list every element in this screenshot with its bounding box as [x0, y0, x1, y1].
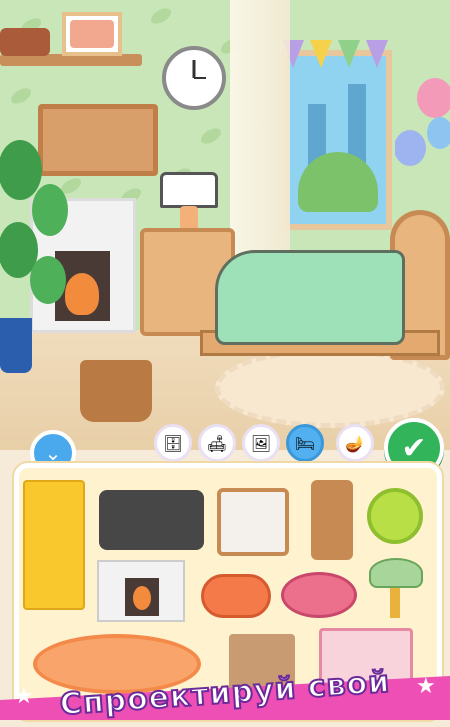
desk-icon: 🗄	[162, 433, 184, 453]
dark-sofa-item[interactable]	[99, 490, 204, 550]
bunting-decoration[interactable]	[282, 38, 392, 78]
lamp-icon[interactable]	[160, 172, 218, 208]
tab-wall-decor[interactable]: 🖼	[242, 424, 280, 462]
plant[interactable]	[0, 130, 70, 320]
wooden-chair-item[interactable]	[311, 480, 353, 560]
plant-pot[interactable]	[0, 318, 32, 373]
photo-frame[interactable]	[62, 12, 122, 56]
wicker-armchair-item[interactable]	[217, 488, 289, 556]
balloons-decoration[interactable]	[395, 78, 450, 178]
lamp-icon: 🪔	[345, 433, 365, 453]
round-rug[interactable]	[215, 348, 445, 428]
bed-icon: 🛏	[294, 433, 316, 453]
yellow-fridge-item[interactable]	[23, 480, 85, 610]
radio[interactable]	[0, 28, 50, 56]
green-table-lamp-item[interactable]	[369, 558, 423, 588]
tab-desk[interactable]: 🗄	[154, 424, 192, 462]
pink-pouf-item[interactable]	[281, 572, 357, 618]
orange-slice-cushion-item[interactable]	[201, 574, 271, 618]
clock-icon[interactable]	[162, 46, 226, 110]
category-tabs: 🗄 🛋 🖼 🛏 🪔	[154, 424, 384, 468]
frame-icon: 🖼	[250, 433, 272, 453]
bed[interactable]	[200, 210, 450, 360]
tab-bed[interactable]: 🛏	[286, 424, 324, 462]
tab-misc[interactable]: 🪔	[336, 424, 374, 462]
lime-pillow-item[interactable]	[367, 488, 423, 544]
lamp-stand	[390, 588, 400, 618]
sofa-icon: 🛋	[206, 433, 228, 453]
toy-basket[interactable]	[80, 360, 152, 422]
check-icon: ✔	[401, 430, 427, 466]
white-fireplace-item[interactable]	[97, 560, 185, 622]
chevron-down-icon: ⌄	[44, 441, 62, 465]
tab-sofa[interactable]: 🛋	[198, 424, 236, 462]
